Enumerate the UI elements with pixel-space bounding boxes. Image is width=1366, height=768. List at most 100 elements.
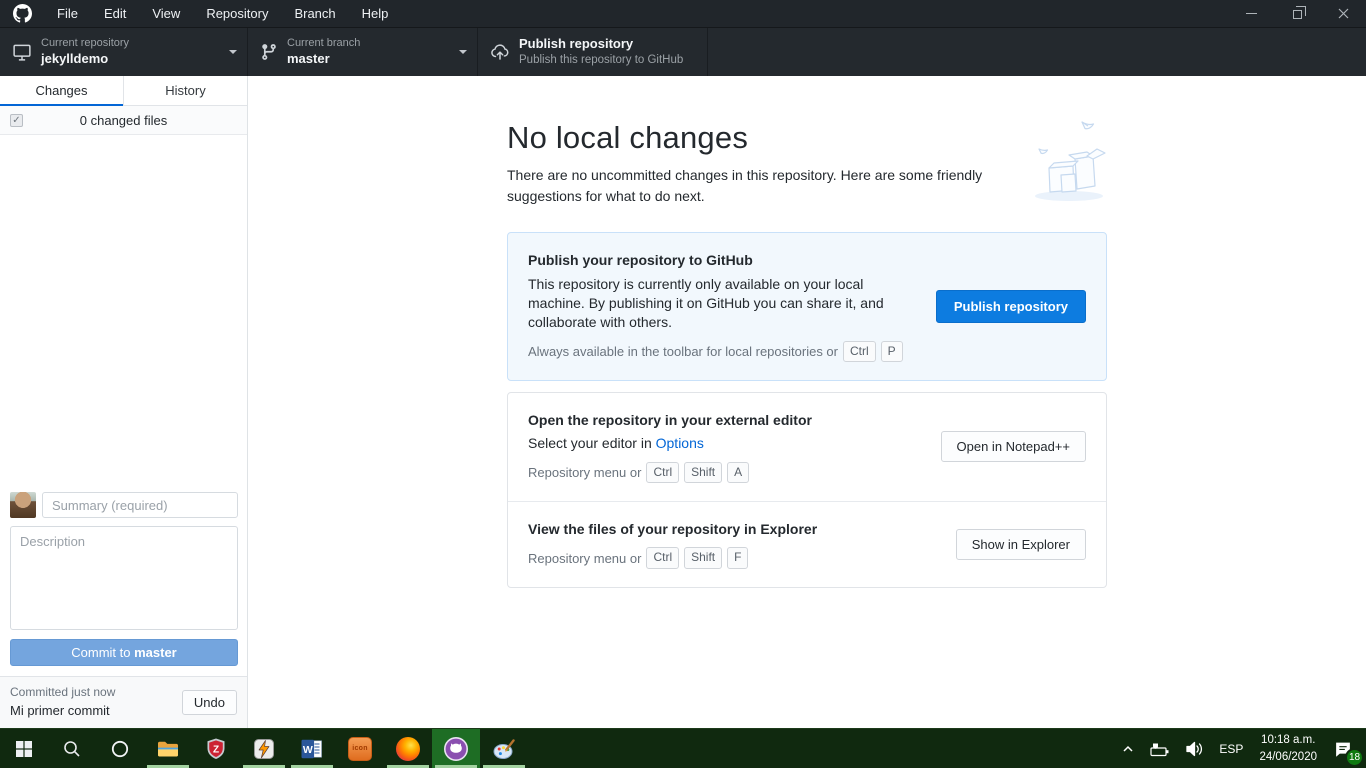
menu-file[interactable]: File: [44, 0, 91, 28]
editor-card-body-text: Select your editor in: [528, 435, 656, 451]
changed-files-row: 0 changed files: [0, 106, 247, 135]
explorer-card-title: View the files of your repository in Exp…: [528, 520, 934, 540]
commit-description-input[interactable]: [10, 526, 238, 630]
tray-volume[interactable]: [1178, 729, 1212, 768]
sidebar-tabs: Changes History: [0, 76, 247, 106]
language-indicator: ESP: [1219, 742, 1243, 756]
current-branch-label: Current branch: [287, 36, 453, 51]
tray-date: 24/06/2020: [1259, 749, 1317, 765]
search-icon: [62, 739, 82, 759]
undo-button[interactable]: Undo: [182, 690, 237, 715]
action-center-button[interactable]: 18: [1326, 729, 1360, 768]
taskbar-orange-app[interactable]: icon: [336, 729, 384, 768]
open-editor-row: Open the repository in your external edi…: [508, 393, 1106, 501]
svg-text:Z: Z: [213, 744, 219, 755]
taskbar-winamp[interactable]: [240, 729, 288, 768]
firefox-icon: [396, 737, 420, 761]
window-controls: [1228, 0, 1366, 28]
menu-branch[interactable]: Branch: [281, 0, 348, 28]
cloud-upload-icon: [490, 42, 510, 62]
kbd-shift: Shift: [684, 462, 722, 483]
kbd-a: A: [727, 462, 749, 483]
editor-card-footer-text: Repository menu or: [528, 465, 641, 480]
close-button[interactable]: [1320, 0, 1366, 28]
orange-app-icon: icon: [348, 737, 372, 761]
word-icon: W: [300, 737, 324, 761]
taskbar-word[interactable]: W: [288, 729, 336, 768]
page-title: No local changes: [507, 120, 1107, 156]
current-repository-label: Current repository: [41, 36, 223, 51]
toolbar: Current repository jekylldemo Current br…: [0, 28, 1366, 76]
menu-edit[interactable]: Edit: [91, 0, 139, 28]
last-commit-bar: Committed just now Mi primer commit Undo: [0, 676, 247, 728]
close-icon: [1338, 8, 1349, 19]
main-content: No local changes There are no uncommitte…: [248, 76, 1366, 728]
kbd-ctrl: Ctrl: [646, 547, 679, 568]
open-in-editor-button[interactable]: Open in Notepad++: [941, 431, 1086, 462]
publish-card-footer-text: Always available in the toolbar for loca…: [528, 344, 838, 359]
taskbar: Z W icon ESP 10:18 a.m. 24/06/2020: [0, 728, 1366, 768]
explorer-card-footer-text: Repository menu or: [528, 551, 641, 566]
publish-repository-toolbar-button[interactable]: Publish repository Publish this reposito…: [478, 28, 708, 76]
tray-expand-button[interactable]: [1114, 729, 1142, 768]
file-explorer-icon: [156, 737, 180, 761]
start-icon: [16, 741, 32, 757]
kbd-f: F: [727, 547, 748, 568]
show-in-explorer-button[interactable]: Show in Explorer: [956, 529, 1086, 560]
suggestions-card: Open the repository in your external edi…: [507, 392, 1107, 588]
editor-card-title: Open the repository in your external edi…: [528, 411, 919, 431]
speaker-icon: [1185, 740, 1205, 758]
system-tray: ESP 10:18 a.m. 24/06/2020 18: [1114, 729, 1366, 768]
minimize-icon: [1246, 13, 1257, 14]
menu-help[interactable]: Help: [349, 0, 402, 28]
kbd-p: P: [881, 341, 903, 362]
tray-language[interactable]: ESP: [1212, 729, 1250, 768]
sidebar: Changes History 0 changed files Commit t…: [0, 76, 248, 728]
publish-card-title: Publish your repository to GitHub: [528, 251, 914, 271]
editor-card-footer: Repository menu or Ctrl Shift A: [528, 462, 919, 483]
start-button[interactable]: [0, 729, 48, 768]
publish-repository-button[interactable]: Publish repository: [936, 290, 1086, 323]
chevron-up-icon: [1121, 742, 1135, 756]
publish-repository-subtitle: Publish this repository to GitHub: [519, 53, 697, 69]
commit-button-prefix: Commit to: [71, 645, 134, 660]
cortana-button[interactable]: [96, 729, 144, 768]
taskbar-file-explorer[interactable]: [144, 729, 192, 768]
page-subtitle: There are no uncommitted changes in this…: [507, 165, 1012, 207]
kbd-shift: Shift: [684, 547, 722, 568]
show-in-explorer-row: View the files of your repository in Exp…: [508, 501, 1106, 587]
taskbar-zotero[interactable]: Z: [192, 729, 240, 768]
orange-app-label: icon: [352, 745, 368, 752]
commit-summary-input[interactable]: [42, 492, 238, 518]
publish-repository-title: Publish repository: [519, 36, 697, 53]
tray-battery[interactable]: [1142, 729, 1178, 768]
taskbar-paint[interactable]: [480, 729, 528, 768]
tab-changes[interactable]: Changes: [0, 76, 123, 105]
current-repository-selector[interactable]: Current repository jekylldemo: [0, 28, 248, 76]
current-branch-selector[interactable]: Current branch master: [248, 28, 478, 76]
menu-repository[interactable]: Repository: [193, 0, 281, 28]
minimize-button[interactable]: [1228, 0, 1274, 28]
taskbar-firefox[interactable]: [384, 729, 432, 768]
options-link[interactable]: Options: [656, 435, 704, 451]
editor-card-body: Select your editor in Options: [528, 434, 919, 453]
publish-suggestion-card: Publish your repository to GitHub This r…: [507, 232, 1107, 381]
restore-button[interactable]: [1274, 0, 1320, 28]
zotero-icon: Z: [204, 737, 228, 761]
taskbar-search-button[interactable]: [48, 729, 96, 768]
taskbar-github-desktop[interactable]: [432, 729, 480, 768]
restore-icon: [1293, 10, 1302, 19]
github-desktop-icon: [443, 736, 469, 762]
kbd-ctrl: Ctrl: [646, 462, 679, 483]
cortana-icon: [110, 739, 130, 759]
publish-card-footer: Always available in the toolbar for loca…: [528, 341, 914, 362]
menu-view[interactable]: View: [139, 0, 193, 28]
tab-history[interactable]: History: [123, 76, 247, 105]
commit-to-master-button[interactable]: Commit to master: [10, 639, 238, 666]
explorer-card-footer: Repository menu or Ctrl Shift F: [528, 547, 934, 568]
tray-clock[interactable]: 10:18 a.m. 24/06/2020: [1250, 732, 1326, 764]
computer-icon: [12, 42, 32, 62]
commit-button-branch: master: [134, 645, 177, 660]
chevron-down-icon: [229, 50, 237, 54]
select-all-checkbox[interactable]: [10, 114, 23, 127]
